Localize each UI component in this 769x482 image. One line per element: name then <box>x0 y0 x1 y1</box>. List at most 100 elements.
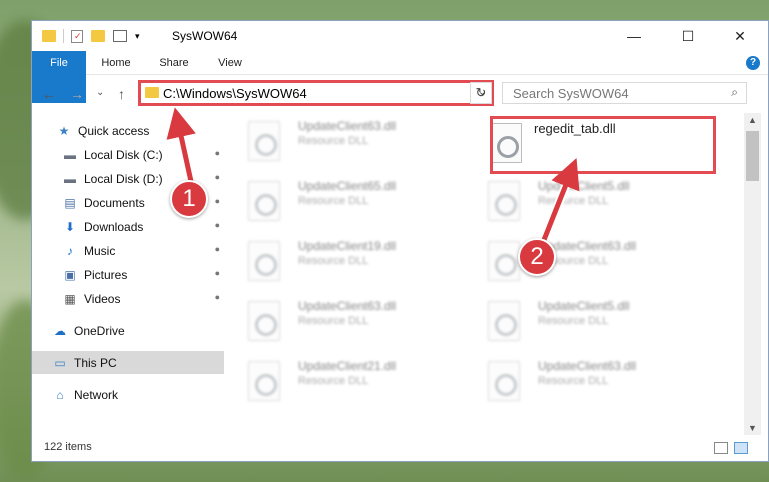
search-placeholder: Search SysWOW64 <box>513 86 629 101</box>
sidebar-item-label: Local Disk (D:) <box>84 171 163 186</box>
folder-icon <box>42 30 56 42</box>
back-icon[interactable]: ← <box>42 86 56 102</box>
file-name: UpdateClient21.dll <box>298 359 397 373</box>
highlight-box-file <box>490 116 716 174</box>
file-item[interactable]: UpdateClient63.dll Resource DLL <box>228 299 448 351</box>
pin-icon: ● <box>214 292 220 302</box>
tab-home[interactable]: Home <box>92 51 140 75</box>
sidebar-item-label: Videos <box>84 291 121 306</box>
pin-icon: ● <box>214 196 220 206</box>
dll-file-icon <box>248 181 280 221</box>
forward-icon[interactable]: → <box>70 86 84 102</box>
help-icon[interactable]: ? <box>746 56 760 70</box>
file-name: UpdateClient5.dll <box>538 299 630 313</box>
search-icon[interactable]: ⌕ <box>731 85 738 100</box>
dll-file-icon <box>248 121 280 161</box>
refresh-button[interactable]: ↻ <box>470 82 492 104</box>
sidebar-item-label: OneDrive <box>74 323 125 338</box>
pin-icon: ● <box>214 268 220 278</box>
properties-icon[interactable]: ✓ <box>71 29 83 43</box>
pin-icon: ● <box>214 148 220 158</box>
pictures-icon: ▣ <box>64 267 76 282</box>
scroll-up-icon[interactable]: ▲ <box>748 115 757 125</box>
dll-file-icon <box>248 301 280 341</box>
separator <box>63 29 64 43</box>
star-icon: ★ <box>58 123 70 138</box>
file-type: Resource DLL <box>298 315 369 327</box>
sidebar-item-videos[interactable]: ▦ Videos ● <box>32 287 224 310</box>
sidebar-item-label: Pictures <box>84 267 128 282</box>
file-type: Resource DLL <box>298 375 369 387</box>
details-view-icon[interactable] <box>714 442 728 454</box>
file-type: Resource DLL <box>298 255 369 267</box>
file-item[interactable]: UpdateClient21.dll Resource DLL <box>228 359 448 411</box>
dll-file-icon <box>248 241 280 281</box>
file-item[interactable]: UpdateClient5.dll Resource DLL <box>468 179 688 231</box>
maximize-icon: ☐ <box>681 27 695 44</box>
scroll-down-icon[interactable]: ▼ <box>748 423 757 433</box>
dll-file-icon <box>488 301 520 341</box>
address-bar[interactable]: C:\Windows\SysWOW64 ⌄ <box>138 80 494 106</box>
network-icon: ⌂ <box>56 387 64 402</box>
download-icon: ⬇ <box>64 219 76 234</box>
minimize-button[interactable]: — <box>612 21 656 51</box>
step-2-badge: 2 <box>518 238 556 276</box>
customize-toolbar-icon[interactable]: ▾ <box>135 31 140 42</box>
tab-share[interactable]: Share <box>150 51 198 75</box>
window-title: SysWOW64 <box>172 29 238 43</box>
sidebar-item-downloads[interactable]: ⬇ Downloads ● <box>32 215 224 238</box>
file-item[interactable]: UpdateClient63.dll Resource DLL <box>468 239 688 291</box>
dll-file-icon <box>488 241 520 281</box>
file-name: UpdateClient63.dll <box>538 359 637 373</box>
search-input[interactable]: Search SysWOW64 ⌕ <box>502 82 747 104</box>
file-item[interactable]: UpdateClient65.dll Resource DLL <box>228 179 448 231</box>
recent-locations-icon[interactable]: ⌄ <box>96 87 104 98</box>
up-icon[interactable]: ↑ <box>118 86 125 102</box>
videos-icon: ▦ <box>64 291 76 306</box>
sidebar-item-quick-access[interactable]: ★ Quick access <box>32 119 224 142</box>
maximize-button[interactable]: ☐ <box>666 21 710 51</box>
dll-file-icon <box>488 361 520 401</box>
file-item[interactable]: UpdateClient63.dll Resource DLL <box>468 359 688 411</box>
address-path[interactable]: C:\Windows\SysWOW64 <box>163 86 307 101</box>
title-bar: ✓ ▾ SysWOW64 — ☐ ✕ <box>32 21 768 51</box>
status-bar: 122 items <box>32 437 768 461</box>
sidebar-item-this-pc[interactable]: ▭ This PC <box>32 351 224 374</box>
new-folder-icon[interactable] <box>91 30 105 42</box>
scrollbar-thumb[interactable] <box>746 131 759 181</box>
file-name: UpdateClient5.dll <box>538 179 630 193</box>
file-name: UpdateClient63.dll <box>298 119 397 133</box>
music-icon: ♪ <box>67 243 73 258</box>
view-options-icon[interactable] <box>113 30 127 42</box>
dll-file-icon <box>488 181 520 221</box>
sidebar-item-label: Network <box>74 387 119 402</box>
drive-icon: ▬ <box>64 147 76 162</box>
sidebar-item-onedrive[interactable]: ☁ OneDrive <box>32 319 224 342</box>
pin-icon: ● <box>214 172 220 182</box>
sidebar-item-label: Quick access <box>78 123 150 138</box>
sidebar-item-label: Downloads <box>84 219 144 234</box>
file-item[interactable]: UpdateClient19.dll Resource DLL <box>228 239 448 291</box>
file-name: UpdateClient63.dll <box>298 299 397 313</box>
file-item[interactable]: UpdateClient5.dll Resource DLL <box>468 299 688 351</box>
refresh-icon: ↻ <box>475 85 487 100</box>
file-name: UpdateClient19.dll <box>298 239 397 253</box>
sidebar-item-label: Music <box>84 243 116 258</box>
tab-view[interactable]: View <box>206 51 254 75</box>
close-button[interactable]: ✕ <box>718 21 762 51</box>
file-type: Resource DLL <box>538 315 609 327</box>
sidebar-item-pictures[interactable]: ▣ Pictures ● <box>32 263 224 286</box>
navigation-pane: ★ Quick access ▬ Local Disk (C:) ● ▬ Loc… <box>32 113 224 435</box>
sidebar-item-local-disk-c[interactable]: ▬ Local Disk (C:) ● <box>32 143 224 166</box>
ribbon: File Home Share View ? <box>32 51 768 103</box>
sidebar-item-network[interactable]: ⌂ Network <box>32 383 224 406</box>
large-icons-view-icon[interactable] <box>734 442 748 454</box>
file-type: Resource DLL <box>538 195 609 207</box>
sidebar-item-music[interactable]: ♪ Music ● <box>32 239 224 262</box>
step-1-badge: 1 <box>170 180 208 218</box>
file-item[interactable]: UpdateClient63.dll Resource DLL <box>228 119 448 171</box>
file-type: Resource DLL <box>298 195 369 207</box>
navigation-bar: ← → ⌄ ↑ C:\Windows\SysWOW64 ⌄ ↻ Search S… <box>32 76 768 111</box>
file-type: Resource DLL <box>298 135 369 147</box>
vertical-scrollbar[interactable]: ▲ ▼ <box>744 113 761 435</box>
